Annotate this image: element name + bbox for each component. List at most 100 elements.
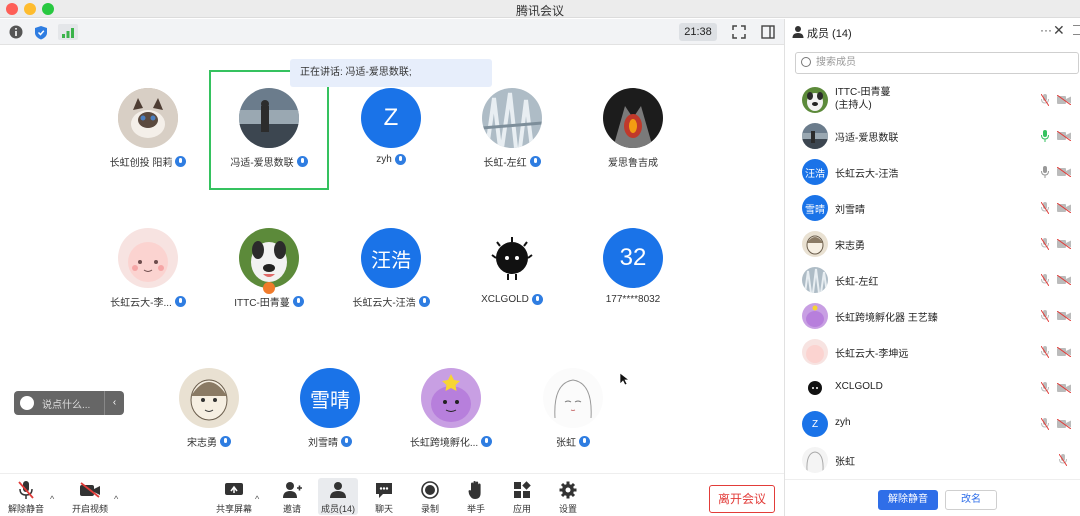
mic-muted-icon[interactable] [1041,238,1049,250]
avatar [543,368,603,428]
mic-icon[interactable] [1041,166,1049,178]
participant-tile[interactable]: 长虹创投 阳莉 [88,70,208,190]
mic-muted-icon[interactable] [1059,454,1067,466]
apps-button[interactable]: 应用 [502,480,542,515]
participant-tile-active-speaker[interactable]: 冯适-爱思数联 [209,70,329,190]
window-title: 腾讯会议 [515,4,564,18]
emoji-icon[interactable] [20,396,34,410]
mic-muted-icon[interactable] [1041,382,1049,394]
mic-muted-icon[interactable] [1041,346,1049,358]
participant-tile[interactable]: 长虹-左红 [452,70,572,190]
menu-icon[interactable] [1073,25,1080,35]
mic-muted-icon[interactable] [1041,274,1049,286]
list-item[interactable]: ITTC-田青蔓 (主持人) [785,82,1080,118]
settings-button[interactable]: 设置 [548,480,588,515]
member-name: XCLGOLD [835,381,883,392]
share-screen-icon [223,480,245,500]
camera-off-icon[interactable] [1057,383,1071,393]
mic-icon [418,296,430,307]
avatar [802,231,828,257]
camera-off-icon[interactable] [1057,167,1071,177]
mic-active-icon[interactable] [1041,130,1049,142]
collapse-chevron-icon[interactable]: ‹ [104,391,124,415]
unmute-all-button[interactable]: 解除静音 [878,490,938,510]
participant-tile[interactable]: 32 177****8032 [573,210,693,330]
mic-icon [579,436,590,447]
list-item[interactable]: 长虹云大-李坤远 [785,334,1080,370]
participant-name: 宋志勇 [187,438,217,449]
list-item[interactable]: XCLGOLD [785,370,1080,406]
member-name: 张虹 [835,457,855,468]
mic-icon [481,436,493,447]
close-icon[interactable]: ✕ [1053,22,1065,39]
list-item[interactable]: 冯适-爱思数联 [785,118,1080,154]
participant-tile[interactable]: 张虹 [513,350,633,470]
list-item[interactable]: 汪浩 长虹云大-汪浩 [785,154,1080,190]
mic-muted-icon[interactable] [1041,94,1049,106]
participant-tile[interactable]: XCLGOLD [452,210,572,330]
window-titlebar: 腾讯会议 [0,0,1080,18]
mic-muted-icon[interactable] [1041,202,1049,214]
camera-off-icon[interactable] [1057,419,1071,429]
more-options-icon[interactable]: ··· [1040,23,1052,37]
unmute-button[interactable]: 解除静音 [6,480,46,515]
camera-off-icon[interactable] [1057,347,1071,357]
mic-icon [531,294,543,305]
list-item[interactable]: 雪晴 刘雪晴 [785,190,1080,226]
chat-button[interactable]: 聊天 [364,480,404,515]
share-screen-button[interactable]: 共享屏幕 [214,480,254,515]
camera-off-icon[interactable] [1057,203,1071,213]
signal-strength-icon[interactable] [58,24,78,40]
members-label: 成员(14) [320,504,355,514]
participant-tile[interactable]: 长虹跨境孵化... [391,350,511,470]
members-icon [792,26,804,38]
list-item[interactable]: 长虹跨境孵化器 王艺臻 [785,298,1080,334]
share-screen-label: 共享屏幕 [215,504,252,514]
info-icon[interactable] [8,24,24,40]
list-item[interactable]: 宋志勇 [785,226,1080,262]
avatar [482,228,542,288]
shield-icon[interactable] [33,24,49,40]
avatar [802,87,828,113]
avatar [802,123,828,149]
participant-name: 177****8032 [605,294,661,305]
participant-tile[interactable]: 雪晴 刘雪晴 [270,350,390,470]
participant-tile[interactable]: 长虹云大-李... [88,210,208,330]
audio-options-chevron-icon[interactable]: ^ [50,494,54,504]
toggle-sidebar-icon[interactable] [760,24,776,40]
camera-off-icon[interactable] [1057,275,1071,285]
video-options-chevron-icon[interactable]: ^ [114,494,118,504]
mic-muted-icon[interactable] [1041,310,1049,322]
avatar: 汪浩 [361,228,421,288]
record-button[interactable]: 录制 [410,480,450,515]
gear-icon [557,480,579,500]
list-item[interactable]: 张虹 [785,442,1080,478]
mic-muted-icon[interactable] [1041,418,1049,430]
list-item[interactable]: 长虹-左红 [785,262,1080,298]
share-options-chevron-icon[interactable]: ^ [255,494,259,504]
members-button[interactable]: 成员(14) [318,478,358,515]
chat-label: 聊天 [374,504,393,514]
camera-off-icon[interactable] [1057,131,1071,141]
avatar: 雪晴 [802,195,828,221]
quick-chat-input[interactable]: 说点什么... ‹ [14,391,124,415]
participant-tile[interactable]: Z zyh [331,70,451,190]
member-search-input[interactable]: 搜索成员 [795,52,1079,74]
camera-off-icon[interactable] [1057,311,1071,321]
raise-hand-button[interactable]: 举手 [456,480,496,515]
fullscreen-icon[interactable] [731,24,747,40]
leave-meeting-button[interactable]: 离开会议 [709,485,775,513]
rename-button[interactable]: 改名 [945,490,997,510]
settings-label: 设置 [558,504,577,514]
participant-tile[interactable]: 爱思鲁吉成 [573,70,693,190]
mic-icon [220,436,231,447]
start-video-button[interactable]: 开启视频 [70,480,110,515]
participant-tile[interactable]: 汪浩 长虹云大-汪浩 [331,210,451,330]
camera-off-icon[interactable] [1057,95,1071,105]
invite-button[interactable]: 邀请 [272,480,312,515]
list-item[interactable]: Z zyh [785,406,1080,442]
camera-off-icon[interactable] [1057,239,1071,249]
participant-tile[interactable]: 宋志勇 [149,350,269,470]
participant-tile[interactable]: ITTC-田青蔓 [209,210,329,330]
search-icon [801,57,811,67]
